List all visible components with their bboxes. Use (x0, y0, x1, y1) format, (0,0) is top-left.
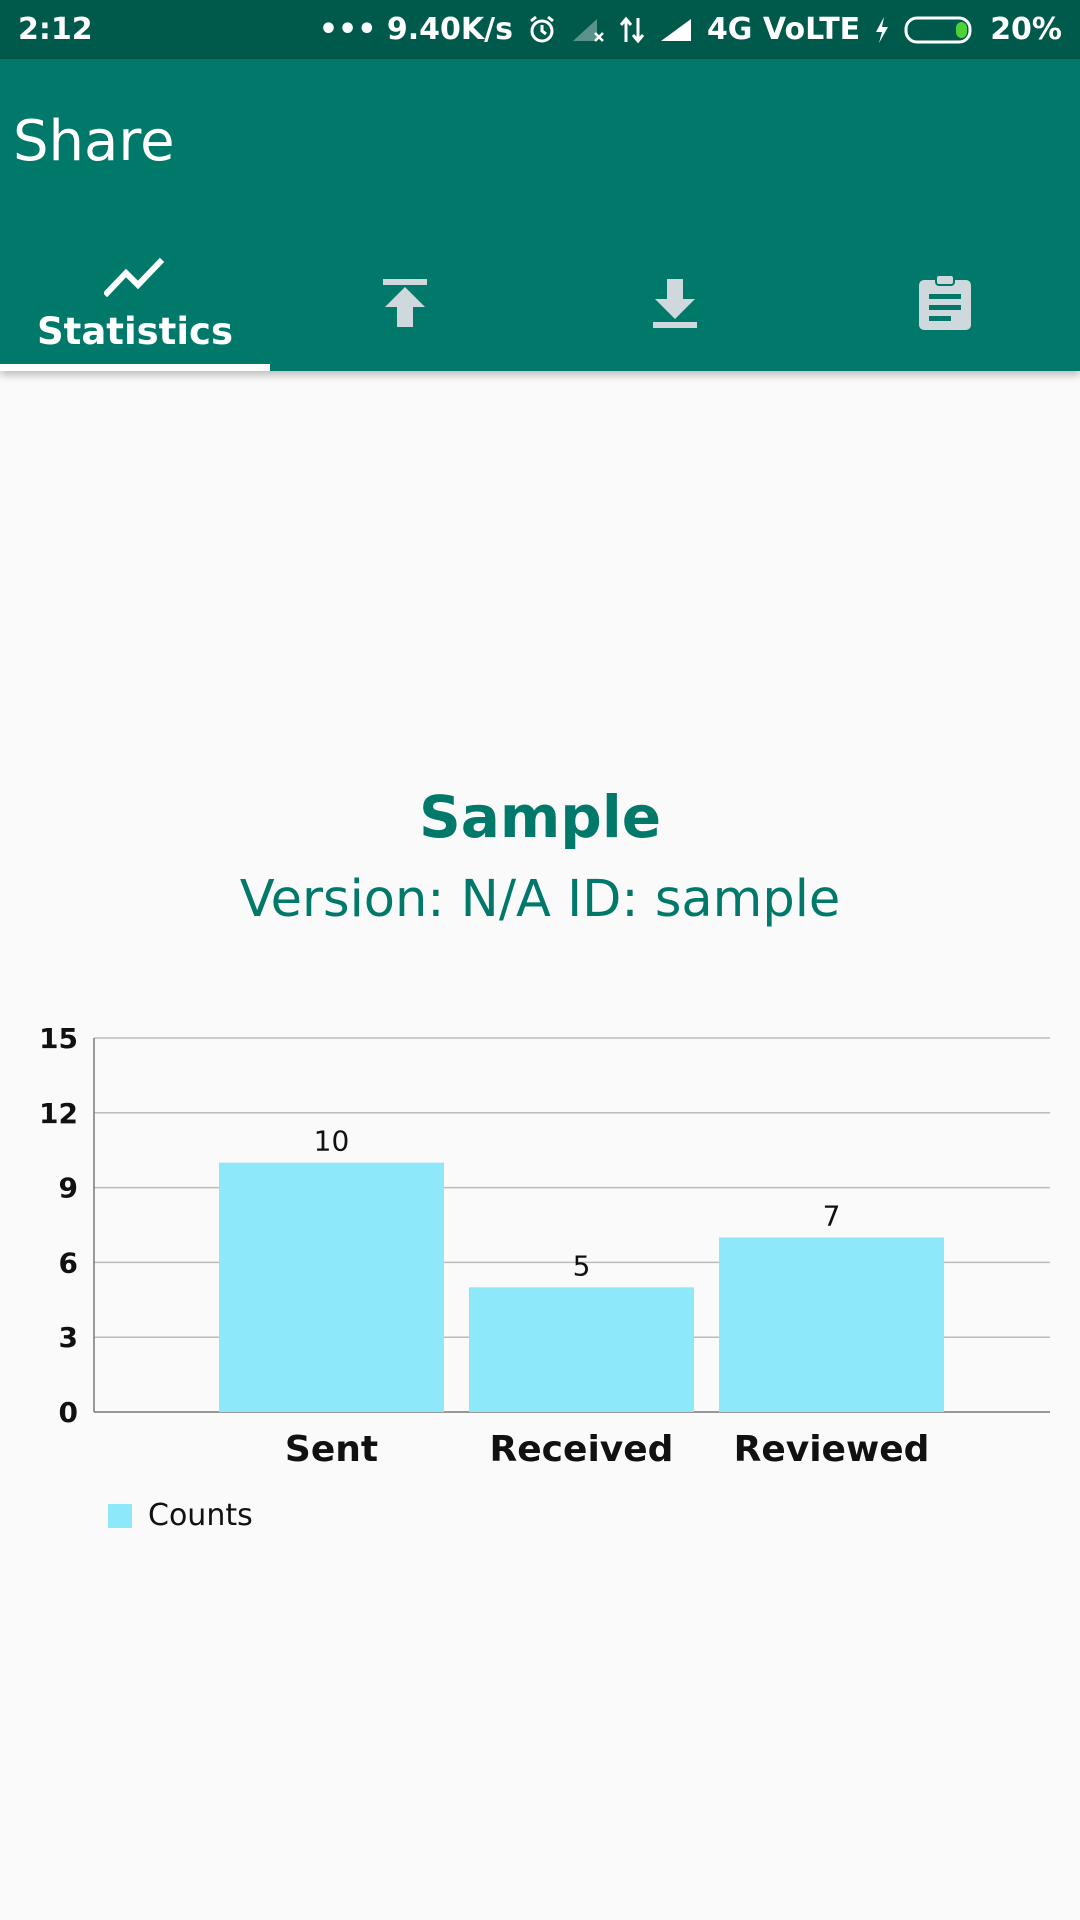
network-speed: ••• 9.40K/s (318, 12, 513, 47)
battery-icon (904, 15, 976, 45)
bar-sent (219, 1162, 444, 1412)
app-bar: Share Statistics (0, 59, 1080, 371)
y-tick-label: 0 (59, 1396, 78, 1429)
tab-clipboard[interactable] (810, 239, 1080, 371)
signal-icon (659, 17, 693, 43)
status-time: 2:12 (18, 12, 93, 47)
battery-percent: 20% (990, 12, 1062, 47)
page-subtitle: Version: N/A ID: sample (239, 870, 841, 929)
y-tick-label: 9 (59, 1172, 78, 1205)
alarm-icon (527, 15, 557, 45)
data-label: 10 (314, 1125, 350, 1158)
bar-received (469, 1287, 694, 1412)
clipboard-icon (917, 273, 973, 337)
x-tick-label: Reviewed (734, 1429, 930, 1470)
status-bar: 2:12 ••• 9.40K/s 4G VoLTE 20% (0, 0, 1080, 59)
chart-legend: Counts (108, 1498, 253, 1533)
signal-off-icon (571, 17, 605, 43)
tab-selected-indicator (0, 364, 270, 371)
charging-icon (874, 15, 890, 45)
legend-swatch (108, 1503, 132, 1528)
y-tick-label: 15 (39, 1022, 78, 1055)
bar-chart: 0 3 6 9 12 15 10 Sent 5 Received 7 Reviewed (39, 1022, 1050, 1470)
status-right-group: ••• 9.40K/s 4G VoLTE 20% (319, 0, 1062, 59)
y-tick-label: 3 (59, 1321, 78, 1354)
x-tick-label: Sent (285, 1429, 378, 1470)
app-title: Share (13, 109, 175, 174)
tab-download[interactable] (540, 239, 810, 371)
data-label: 7 (823, 1199, 841, 1232)
tab-statistics[interactable]: Statistics (0, 239, 270, 371)
network-label: 4G VoLTE (706, 12, 861, 47)
page-title: Sample (418, 783, 662, 851)
tab-upload[interactable] (270, 239, 540, 371)
data-arrows-icon (619, 16, 645, 44)
data-label: 5 (573, 1249, 591, 1282)
y-tick-label: 12 (39, 1097, 78, 1130)
y-tick-label: 6 (59, 1246, 78, 1279)
download-icon (651, 277, 699, 334)
bar-reviewed (719, 1237, 944, 1412)
upload-icon (381, 277, 429, 334)
tab-bar: Statistics (0, 239, 1080, 371)
tab-label-statistics: Statistics (36, 310, 234, 353)
trending-up-icon (102, 257, 166, 302)
legend-label: Counts (148, 1498, 253, 1533)
x-tick-label: Received (490, 1429, 674, 1470)
